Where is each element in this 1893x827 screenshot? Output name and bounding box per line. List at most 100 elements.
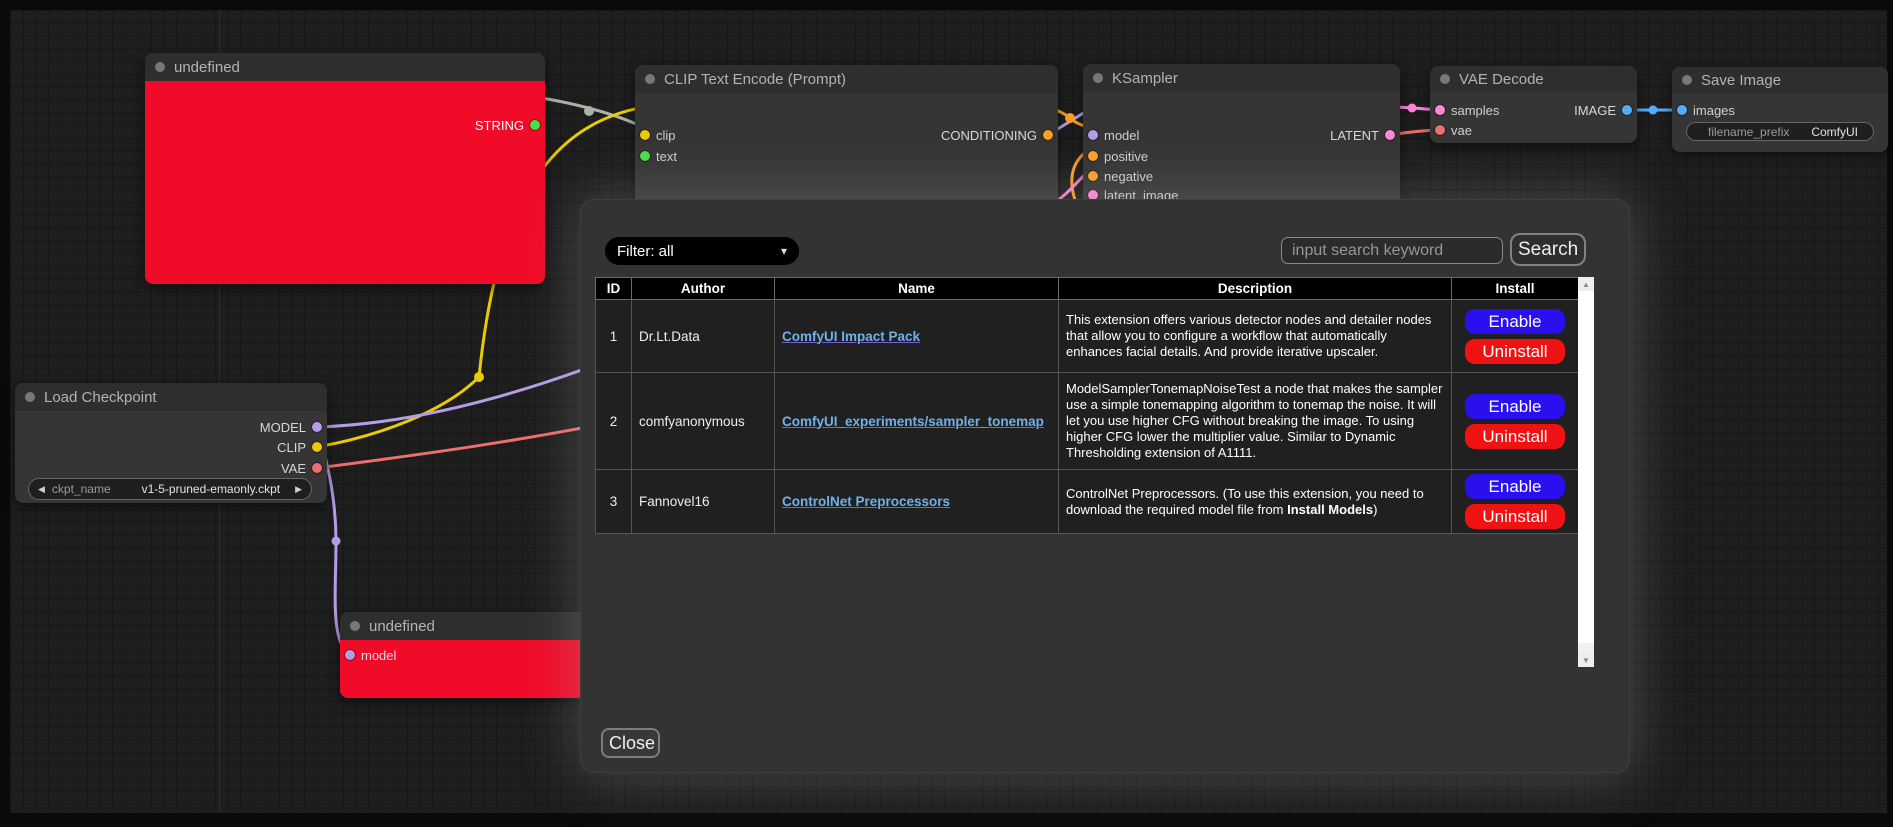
node-save-image[interactable]: Save Image images filename_prefix ComfyU…: [1672, 67, 1888, 152]
node-collapse-dot-icon[interactable]: [25, 392, 35, 402]
widget-value[interactable]: ComfyUI: [1811, 125, 1858, 139]
input-dot-samples[interactable]: [1435, 105, 1445, 115]
extension-link[interactable]: ControlNet Preprocessors: [782, 494, 950, 509]
input-slot-text[interactable]: text: [640, 147, 677, 165]
input-slot-positive[interactable]: positive: [1088, 147, 1148, 165]
node-title: undefined: [174, 59, 240, 76]
input-dot-model[interactable]: [345, 650, 355, 660]
output-dot-vae[interactable]: [312, 463, 322, 473]
extension-link[interactable]: ComfyUI_experiments/sampler_tonemap: [782, 414, 1044, 429]
node-title-bar[interactable]: Load Checkpoint: [15, 383, 327, 411]
slot-label: IMAGE: [1574, 103, 1616, 118]
uninstall-button[interactable]: Uninstall: [1465, 339, 1565, 364]
node-title-bar[interactable]: VAE Decode: [1430, 66, 1637, 92]
node-collapse-dot-icon[interactable]: [1093, 73, 1103, 83]
node-collapse-dot-icon[interactable]: [350, 621, 360, 631]
output-slot-clip[interactable]: CLIP: [277, 438, 322, 456]
slot-label: clip: [656, 128, 676, 143]
cell-id: 2: [596, 373, 632, 470]
slot-label: MODEL: [260, 420, 306, 435]
filter-select[interactable]: Filter: all ▾: [605, 237, 799, 265]
input-dot-vae[interactable]: [1435, 125, 1445, 135]
node-body: images filename_prefix ComfyUI: [1672, 93, 1888, 152]
input-slot-images[interactable]: images: [1677, 101, 1735, 119]
header-name: Name: [775, 278, 1059, 300]
input-slot-model[interactable]: model: [1088, 126, 1139, 144]
input-slot-model[interactable]: model: [345, 646, 396, 664]
chevron-down-icon: ▾: [781, 244, 787, 258]
output-slot-vae[interactable]: VAE: [281, 459, 322, 477]
table-scrollbar[interactable]: ▲ ▼: [1578, 277, 1594, 667]
uninstall-button[interactable]: Uninstall: [1465, 424, 1565, 449]
output-dot-image[interactable]: [1622, 105, 1632, 115]
slot-label: vae: [1451, 123, 1472, 138]
output-dot-model[interactable]: [312, 422, 322, 432]
output-dot-string[interactable]: [530, 120, 540, 130]
input-slot-vae[interactable]: vae: [1435, 121, 1472, 139]
output-slot-image[interactable]: IMAGE: [1574, 101, 1632, 119]
node-title-bar[interactable]: Save Image: [1672, 67, 1888, 93]
cell-description: ModelSamplerTonemapNoiseTest a node that…: [1059, 373, 1452, 470]
node-title: KSampler: [1112, 70, 1178, 87]
scrollbar-thumb[interactable]: [1578, 291, 1594, 643]
decrement-arrow-icon[interactable]: ◀: [38, 484, 45, 495]
output-slot-conditioning[interactable]: CONDITIONING: [941, 126, 1053, 144]
output-dot-latent[interactable]: [1385, 130, 1395, 140]
description-text: ): [1373, 502, 1377, 517]
node-collapse-dot-icon[interactable]: [155, 62, 165, 72]
input-dot-images[interactable]: [1677, 105, 1687, 115]
widget-name: filename_prefix: [1708, 125, 1789, 139]
search-button[interactable]: Search: [1510, 233, 1586, 266]
slot-label: images: [1693, 103, 1735, 118]
input-slot-negative[interactable]: negative: [1088, 167, 1153, 185]
description-text: This extension offers various detector n…: [1066, 312, 1431, 359]
output-slot-string[interactable]: STRING: [475, 116, 540, 134]
node-collapse-dot-icon[interactable]: [1682, 75, 1692, 85]
node-title-bar[interactable]: KSampler: [1083, 64, 1400, 92]
node-title-bar[interactable]: undefined: [145, 53, 545, 81]
input-slot-samples[interactable]: samples: [1435, 101, 1499, 119]
node-ksampler[interactable]: KSampler model positive negative latent_…: [1083, 64, 1400, 206]
table-row: 2 comfyanonymous ComfyUI_experiments/sam…: [596, 373, 1579, 470]
node-title-bar[interactable]: CLIP Text Encode (Prompt): [635, 65, 1058, 93]
node-load-checkpoint[interactable]: Load Checkpoint MODEL CLIP VAE ◀ ckpt_na…: [15, 383, 327, 503]
widget-value[interactable]: v1-5-pruned-emaonly.ckpt: [142, 482, 281, 496]
output-dot-conditioning[interactable]: [1043, 130, 1053, 140]
filename-prefix-widget[interactable]: filename_prefix ComfyUI: [1686, 122, 1874, 141]
search-input[interactable]: [1281, 237, 1503, 264]
node-title: Save Image: [1701, 72, 1781, 89]
enable-button[interactable]: Enable: [1465, 474, 1565, 499]
node-title: undefined: [369, 618, 435, 635]
node-undefined-bottom[interactable]: undefined model: [340, 612, 580, 698]
enable-button[interactable]: Enable: [1465, 309, 1565, 334]
extension-link[interactable]: ComfyUI Impact Pack: [782, 329, 920, 344]
input-dot-negative[interactable]: [1088, 171, 1098, 181]
input-dot-clip[interactable]: [640, 130, 650, 140]
output-dot-clip[interactable]: [312, 442, 322, 452]
cell-author: comfyanonymous: [632, 373, 775, 470]
input-slot-clip[interactable]: clip: [640, 126, 676, 144]
app-window: undefined STRING CLIP Text Encode (Promp…: [0, 0, 1893, 827]
close-button[interactable]: Close: [601, 728, 660, 758]
increment-arrow-icon[interactable]: ▶: [295, 484, 302, 495]
enable-button[interactable]: Enable: [1465, 394, 1565, 419]
table-row: 1 Dr.Lt.Data ComfyUI Impact Pack This ex…: [596, 300, 1579, 373]
output-slot-latent[interactable]: LATENT: [1330, 126, 1395, 144]
node-collapse-dot-icon[interactable]: [645, 74, 655, 84]
slot-label: VAE: [281, 461, 306, 476]
ckpt-name-widget[interactable]: ◀ ckpt_name v1-5-pruned-emaonly.ckpt ▶: [28, 478, 312, 500]
output-slot-model[interactable]: MODEL: [260, 418, 322, 436]
cell-author: Dr.Lt.Data: [632, 300, 775, 373]
uninstall-button[interactable]: Uninstall: [1465, 504, 1565, 529]
scroll-up-icon[interactable]: ▲: [1578, 277, 1594, 291]
slot-label: positive: [1104, 149, 1148, 164]
input-dot-positive[interactable]: [1088, 151, 1098, 161]
input-dot-text[interactable]: [640, 151, 650, 161]
input-dot-model[interactable]: [1088, 130, 1098, 140]
node-vae-decode[interactable]: VAE Decode samples vae IMAGE: [1430, 66, 1637, 143]
table-row: 3 Fannovel16 ControlNet Preprocessors Co…: [596, 470, 1579, 534]
node-collapse-dot-icon[interactable]: [1440, 74, 1450, 84]
node-undefined-top[interactable]: undefined STRING: [145, 53, 545, 284]
scroll-down-icon[interactable]: ▼: [1578, 653, 1594, 667]
node-title-bar[interactable]: undefined: [340, 612, 580, 640]
